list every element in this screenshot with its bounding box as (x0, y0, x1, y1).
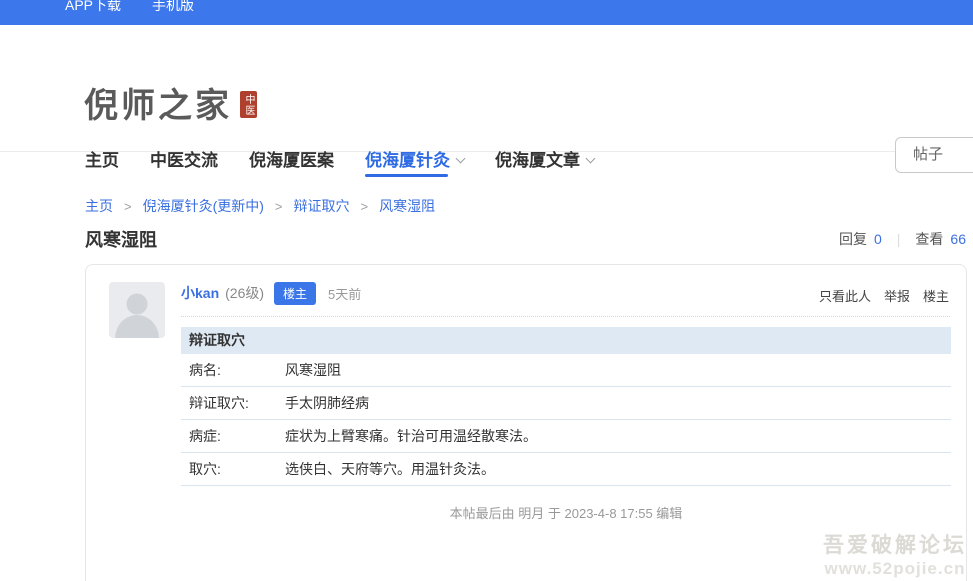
search-category-label: 帖子 (913, 146, 943, 163)
stats-divider: | (897, 231, 901, 247)
row-label: 取穴: (181, 459, 285, 479)
breadcrumb-acupuncture[interactable]: 倪海厦针灸(更新中) (143, 196, 264, 216)
reply-label: 回复 (839, 229, 867, 249)
mobile-version-link[interactable]: 手机版 (152, 0, 194, 13)
view-count: 66 (950, 231, 966, 247)
nav-item-medical-cases[interactable]: 倪海厦医案 (249, 144, 334, 177)
row-value: 症状为上臂寒痛。针治可用温经散寒法。 (285, 426, 951, 446)
post-user-row: 小kan (26级) 楼主 5天前 (181, 281, 361, 305)
avatar-silhouette-icon (109, 282, 165, 338)
main-nav: 主页 中医交流 倪海厦医案 倪海厦针灸 倪海厦文章 (85, 144, 625, 177)
table-row: 辩证取穴: 手太阴肺经病 (181, 387, 951, 420)
op-badge: 楼主 (274, 282, 316, 305)
app-download-link[interactable]: APP下载 (65, 0, 121, 13)
nav-item-tcm-exchange[interactable]: 中医交流 (150, 144, 218, 177)
thread-stats: 回复 0 | 查看 66 (839, 229, 966, 249)
topbar-links: APP下载 手机版 (65, 0, 194, 13)
row-value: 手太阴肺经病 (285, 393, 951, 413)
post-actions: 只看此人 举报 楼主 (819, 286, 949, 305)
breadcrumb-separator: > (275, 199, 283, 214)
breadcrumb-home[interactable]: 主页 (85, 196, 113, 216)
row-value: 选侠白、天府等穴。用温针灸法。 (285, 459, 951, 479)
post-card: 小kan (26级) 楼主 5天前 只看此人 举报 楼主 辩证取穴 病名: 风寒… (85, 264, 967, 581)
topbar: APP下载 手机版 (0, 0, 973, 25)
table-row: 病名: 风寒湿阻 (181, 354, 951, 387)
table-header: 辩证取穴 (181, 327, 951, 354)
nav-item-home[interactable]: 主页 (85, 144, 119, 177)
site-header: 倪师之家 中医 主页 中医交流 倪海厦医案 倪海厦针灸 倪海厦文章 帖子 (0, 25, 973, 152)
nav-item-label: 倪海厦医案 (249, 146, 334, 176)
author-level: (26级) (225, 283, 264, 303)
post-header-divider (181, 316, 950, 317)
table-row: 病症: 症状为上臂寒痛。针治可用温经散寒法。 (181, 420, 951, 453)
breadcrumb-separator: > (124, 199, 132, 214)
row-value: 风寒湿阻 (285, 360, 951, 380)
author-username[interactable]: 小kan (181, 283, 219, 303)
chevron-down-icon (456, 154, 466, 164)
search-category-select[interactable]: 帖子 (895, 137, 973, 173)
nav-item-label: 倪海厦针灸 (365, 146, 450, 176)
nav-item-label: 主页 (85, 146, 119, 176)
breadcrumb-syndrome-points[interactable]: 辩证取穴 (294, 196, 350, 216)
floor-link[interactable]: 楼主 (923, 286, 949, 305)
page-title: 风寒湿阻 (85, 226, 157, 252)
table-row: 取穴: 选侠白、天府等穴。用温针灸法。 (181, 453, 951, 486)
nav-item-acupuncture[interactable]: 倪海厦针灸 (365, 144, 464, 177)
chevron-down-icon (586, 154, 596, 164)
avatar[interactable] (109, 282, 165, 338)
breadcrumb-separator: > (361, 199, 369, 214)
view-label: 查看 (915, 229, 943, 249)
row-label: 辩证取穴: (181, 393, 285, 413)
view-only-author-link[interactable]: 只看此人 (819, 286, 871, 305)
syndrome-table: 辩证取穴 病名: 风寒湿阻 辩证取穴: 手太阴肺经病 病症: 症状为上臂寒痛。针… (181, 327, 951, 486)
tcm-seal-icon: 中医 (240, 91, 257, 118)
nav-item-articles[interactable]: 倪海厦文章 (495, 144, 594, 177)
nav-item-label: 倪海厦文章 (495, 146, 580, 176)
site-logo[interactable]: 倪师之家 (84, 78, 232, 127)
reply-count[interactable]: 0 (874, 231, 882, 247)
post-time: 5天前 (328, 284, 361, 303)
nav-item-label: 中医交流 (150, 146, 218, 176)
report-link[interactable]: 举报 (884, 286, 910, 305)
breadcrumb: 主页 > 倪海厦针灸(更新中) > 辩证取穴 > 风寒湿阻 (85, 196, 435, 216)
row-label: 病名: (181, 360, 285, 380)
breadcrumb-current-topic[interactable]: 风寒湿阻 (379, 196, 435, 216)
row-label: 病症: (181, 426, 285, 446)
edit-note: 本帖最后由 明月 于 2023-4-8 17:55 编辑 (181, 503, 951, 522)
